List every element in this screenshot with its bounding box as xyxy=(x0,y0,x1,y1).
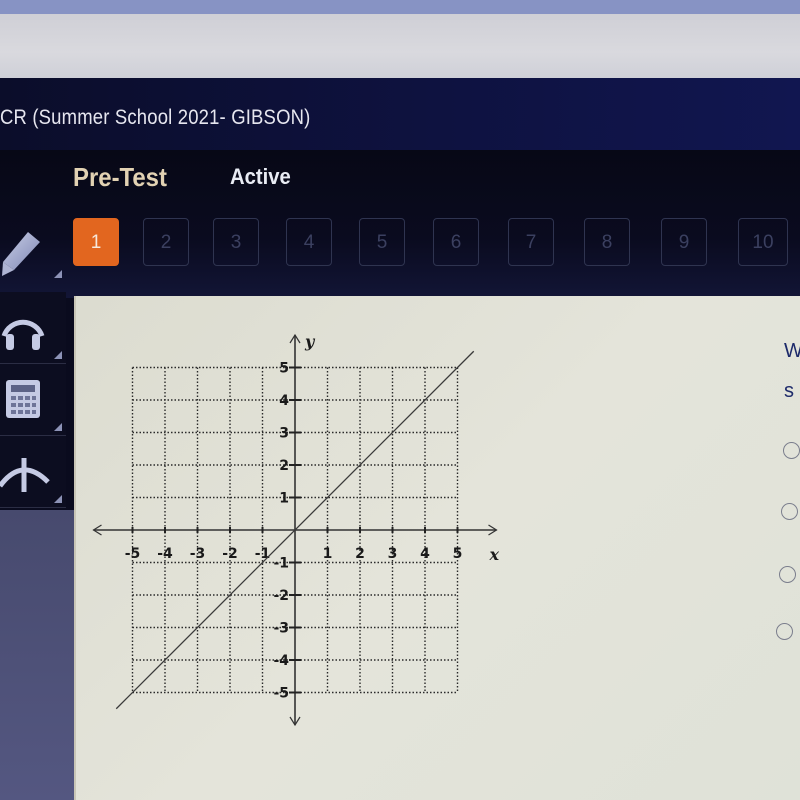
question-content: -5 -4 -3 -2 -1 1 2 3 4 5 5 4 3 2 1 -1 -2 -3 -4 -5 x y W s xyxy=(76,296,800,800)
sidebar-panel xyxy=(0,510,78,800)
answer-option-3-radio[interactable] xyxy=(779,566,796,583)
question-text-line-2: s xyxy=(784,380,794,402)
x-tick-label: -1 xyxy=(255,546,271,562)
y-tick-label: -2 xyxy=(273,588,289,604)
answer-option-2-radio[interactable] xyxy=(781,503,798,520)
question-4-button[interactable]: 4 xyxy=(286,218,332,266)
course-title: CR (Summer School 2021- GIBSON) xyxy=(0,106,311,129)
course-header: CR (Summer School 2021- GIBSON) xyxy=(0,78,800,150)
assessment-status: Active xyxy=(230,164,291,189)
question-2-button[interactable]: 2 xyxy=(143,218,189,266)
x-tick-label: -5 xyxy=(125,546,141,562)
assessment-nav: Pre-Test Active 1 2 3 4 5 6 7 8 9 10 xyxy=(0,150,800,298)
browser-top-strip xyxy=(0,0,800,14)
answer-option-1-radio[interactable] xyxy=(783,442,800,459)
y-axis-label: y xyxy=(304,332,316,351)
x-tick-label: -3 xyxy=(190,546,206,562)
question-text-line-1: W xyxy=(784,340,800,362)
question-navigator: 1 2 3 4 5 6 7 8 9 10 xyxy=(0,218,800,270)
y-tick-label: -1 xyxy=(273,556,289,572)
x-tick-label: 3 xyxy=(388,546,398,562)
y-tick-label: 5 xyxy=(279,361,289,377)
assessment-name: Pre-Test xyxy=(73,162,167,192)
x-axis-label: x xyxy=(489,545,500,564)
y-tick-label: 3 xyxy=(279,426,289,442)
x-tick-label: 2 xyxy=(355,546,365,562)
x-tick-label: -4 xyxy=(157,546,173,562)
y-tick-label: -5 xyxy=(273,686,289,702)
pencil-tool[interactable] xyxy=(0,210,66,282)
reference-icon xyxy=(0,458,50,492)
y-tick-label: 4 xyxy=(279,393,289,409)
question-7-button[interactable]: 7 xyxy=(508,218,554,266)
tool-sidebar xyxy=(0,210,78,800)
x-tick-label: 1 xyxy=(323,546,333,562)
question-8-button[interactable]: 8 xyxy=(584,218,630,266)
coordinate-plane-graph: -5 -4 -3 -2 -1 1 2 3 4 5 5 4 3 2 1 -1 -2 -3 -4 -5 x y xyxy=(92,332,500,727)
question-10-button[interactable]: 10 xyxy=(738,218,788,266)
browser-band xyxy=(0,14,800,79)
question-1-button[interactable]: 1 xyxy=(73,218,119,266)
question-3-button[interactable]: 3 xyxy=(213,218,259,266)
question-6-button[interactable]: 6 xyxy=(433,218,479,266)
y-tick-label: 1 xyxy=(279,491,289,507)
question-5-button[interactable]: 5 xyxy=(359,218,405,266)
tool-expand-corner xyxy=(54,423,62,431)
y-tick-label: -3 xyxy=(273,621,289,637)
y-tick-label: -4 xyxy=(273,653,289,669)
calculator-icon xyxy=(6,380,40,418)
tool-expand-corner xyxy=(54,351,62,359)
x-tick-label: 4 xyxy=(420,546,430,562)
answer-option-4-radio[interactable] xyxy=(776,623,793,640)
x-tick-label: -2 xyxy=(222,546,238,562)
x-tick-label: 5 xyxy=(453,546,463,562)
reference-tool[interactable] xyxy=(0,436,66,508)
question-9-button[interactable]: 9 xyxy=(661,218,707,266)
calculator-tool[interactable] xyxy=(0,364,66,436)
tool-expand-corner xyxy=(54,270,62,278)
text-to-speech-tool[interactable] xyxy=(0,292,66,364)
y-tick-label: 2 xyxy=(279,458,289,474)
tool-expand-corner xyxy=(54,495,62,503)
headphones-icon xyxy=(1,319,45,350)
pencil-icon xyxy=(2,232,40,276)
